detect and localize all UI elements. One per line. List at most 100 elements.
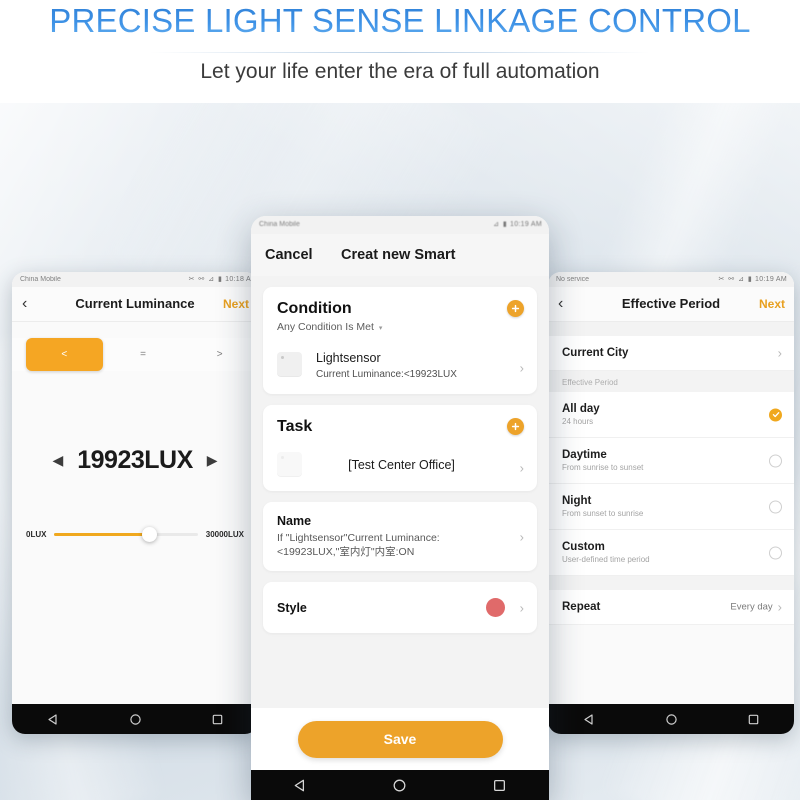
segment-less-than[interactable]: <	[26, 338, 103, 371]
slider-fill	[54, 533, 150, 536]
add-task-button[interactable]	[507, 418, 524, 435]
option-custom[interactable]: Custom User-defined time period	[548, 530, 794, 576]
name-label: Name	[277, 514, 312, 528]
task-heading: Task	[277, 418, 313, 435]
luminance-value: 19923LUX	[77, 446, 193, 474]
back-triangle-icon[interactable]	[583, 713, 596, 726]
task-card-header: Task	[263, 405, 537, 444]
option-all-day[interactable]: All day 24 hours	[548, 392, 794, 438]
page-title: PRECISE LIGHT SENSE LINKAGE CONTROL	[0, 2, 800, 40]
device-icon	[277, 452, 302, 477]
save-button[interactable]: Save	[297, 720, 503, 758]
modal-top-bar: Cancel Creat new Smart	[251, 234, 549, 276]
status-right: ✂ ⚯ ⊿ ▮ 10:19 AM	[718, 272, 787, 287]
recents-square-icon[interactable]	[211, 713, 224, 726]
option-label: Custom	[562, 541, 605, 553]
radio-unselected-icon[interactable]	[769, 546, 782, 559]
radio-unselected-icon[interactable]	[769, 454, 782, 467]
chevron-right-icon: ›	[777, 345, 782, 361]
option-right	[769, 500, 782, 513]
home-circle-icon[interactable]	[129, 713, 142, 726]
header-banner: PRECISE LIGHT SENSE LINKAGE CONTROL Let …	[0, 0, 800, 103]
phone-right-screen: No service China Mobile ✂ ⚯ ⊿ ▮ 10:19 AM…	[548, 272, 794, 705]
phone-center-creat-new-smart: China Mobile ⊿ ▮ 10:19 AM Cancel Creat n…	[251, 216, 549, 800]
task-item-title: [Test Center Office]	[348, 457, 455, 472]
condition-card-header: Condition Any Condition Is Met ▾	[263, 287, 537, 341]
option-sublabel: From sunrise to sunset	[562, 463, 644, 472]
option-daytime[interactable]: Daytime From sunrise to sunset	[548, 438, 794, 484]
radio-unselected-icon[interactable]	[769, 500, 782, 513]
slider-handle[interactable]	[141, 527, 157, 542]
segment-greater-than[interactable]: >	[181, 338, 258, 371]
home-circle-icon[interactable]	[392, 778, 407, 793]
option-label: Daytime	[562, 449, 607, 461]
option-right	[769, 546, 782, 559]
banner-divider	[150, 52, 650, 53]
carrier-line-1: No service	[556, 276, 590, 283]
chevron-right-icon: ›	[777, 599, 782, 615]
segment-equals[interactable]: =	[105, 338, 182, 371]
condition-heading: Condition	[277, 300, 352, 317]
repeat-right: Every day ›	[730, 600, 782, 615]
home-circle-icon[interactable]	[665, 713, 678, 726]
current-city-right: ›	[773, 346, 782, 361]
task-card: Task [Test Center Office] ›	[263, 405, 537, 491]
back-triangle-icon[interactable]	[47, 713, 60, 726]
cancel-button[interactable]: Cancel	[265, 234, 313, 276]
task-item-test-center-office[interactable]: [Test Center Office] ›	[263, 444, 537, 491]
phone-left-screen: China Mobile ✂ ⚯ ⊿ ▮ 10:18 A ‹ Current L…	[12, 272, 258, 705]
phone-center-screen: China Mobile ⊿ ▮ 10:19 AM Cancel Creat n…	[251, 216, 549, 800]
android-nav-bar	[548, 704, 794, 734]
nav-bar: ‹ Effective Period Next	[548, 287, 794, 322]
decrement-arrow-icon[interactable]: ◀	[52, 452, 63, 469]
condition-item-lightsensor[interactable]: Lightsensor Current Luminance:<19923LUX …	[263, 341, 537, 394]
android-nav-bar	[251, 770, 549, 800]
row-repeat[interactable]: Repeat Every day ›	[548, 590, 794, 625]
condition-item-texts: Lightsensor Current Luminance:<19923LUX	[316, 349, 457, 380]
carrier-label: China Mobile	[259, 221, 300, 228]
slider-track[interactable]	[54, 527, 198, 542]
luminance-stepper: ◀ 19923LUX ▶	[12, 446, 258, 475]
option-sublabel: 24 hours	[562, 417, 594, 426]
phone-left-body: < = > ◀ 19923LUX ▶ 0LUX 30000LUX	[12, 322, 258, 705]
clock-label: 10:19 AM	[755, 276, 787, 283]
style-color-swatch[interactable]	[486, 598, 505, 618]
phone-right-effective-period: No service China Mobile ✂ ⚯ ⊿ ▮ 10:19 AM…	[548, 272, 794, 734]
status-icons: ⊿ ▮	[493, 221, 508, 228]
phone-left-current-luminance: China Mobile ✂ ⚯ ⊿ ▮ 10:18 A ‹ Current L…	[12, 272, 258, 734]
name-card[interactable]: Name If "Lightsensor"Current Luminance:<…	[263, 502, 537, 572]
row-current-city[interactable]: Current City ›	[548, 336, 794, 371]
clock-label: 10:18 A	[225, 276, 251, 283]
next-button[interactable]: Next	[759, 287, 785, 321]
recents-square-icon[interactable]	[747, 713, 760, 726]
style-card[interactable]: Style ›	[263, 582, 537, 634]
status-icons: ✂ ⚯ ⊿ ▮	[188, 276, 223, 283]
option-night[interactable]: Night From sunset to sunrise	[548, 484, 794, 530]
option-label: Night	[562, 495, 592, 507]
radio-selected-icon[interactable]	[769, 408, 782, 421]
condition-mode-selector[interactable]: Any Condition Is Met ▾	[277, 321, 523, 333]
page-root: PRECISE LIGHT SENSE LINKAGE CONTROL Let …	[0, 0, 800, 800]
recents-square-icon[interactable]	[492, 778, 507, 793]
status-right: ✂ ⚯ ⊿ ▮ 10:18 A	[189, 272, 251, 287]
screen-title: Current Luminance	[75, 296, 195, 311]
chevron-right-icon: ›	[519, 600, 524, 616]
back-triangle-icon[interactable]	[293, 778, 308, 793]
increment-arrow-icon[interactable]: ▶	[207, 452, 218, 469]
modal-content: Condition Any Condition Is Met ▾ Lightse…	[251, 276, 549, 768]
next-button[interactable]: Next	[223, 287, 249, 321]
luminance-slider[interactable]: 0LUX 30000LUX	[26, 527, 244, 542]
chevron-down-icon: ▾	[378, 325, 383, 332]
option-sublabel: User-defined time period	[562, 555, 650, 564]
slider-max-label: 30000LUX	[205, 530, 244, 539]
status-icons: ✂ ⚯ ⊿ ▮	[718, 276, 753, 283]
chevron-right-icon: ›	[519, 529, 524, 545]
condition-item-subtitle: Current Luminance:<19923LUX	[316, 369, 457, 380]
chevron-right-icon: ›	[519, 360, 524, 375]
section-label-effective-period: Effective Period	[548, 371, 794, 392]
add-condition-button[interactable]	[507, 300, 524, 317]
style-label: Style	[277, 600, 307, 615]
carrier-label: China Mobile	[20, 276, 61, 283]
option-right	[769, 408, 782, 421]
condition-card: Condition Any Condition Is Met ▾ Lightse…	[263, 287, 537, 394]
